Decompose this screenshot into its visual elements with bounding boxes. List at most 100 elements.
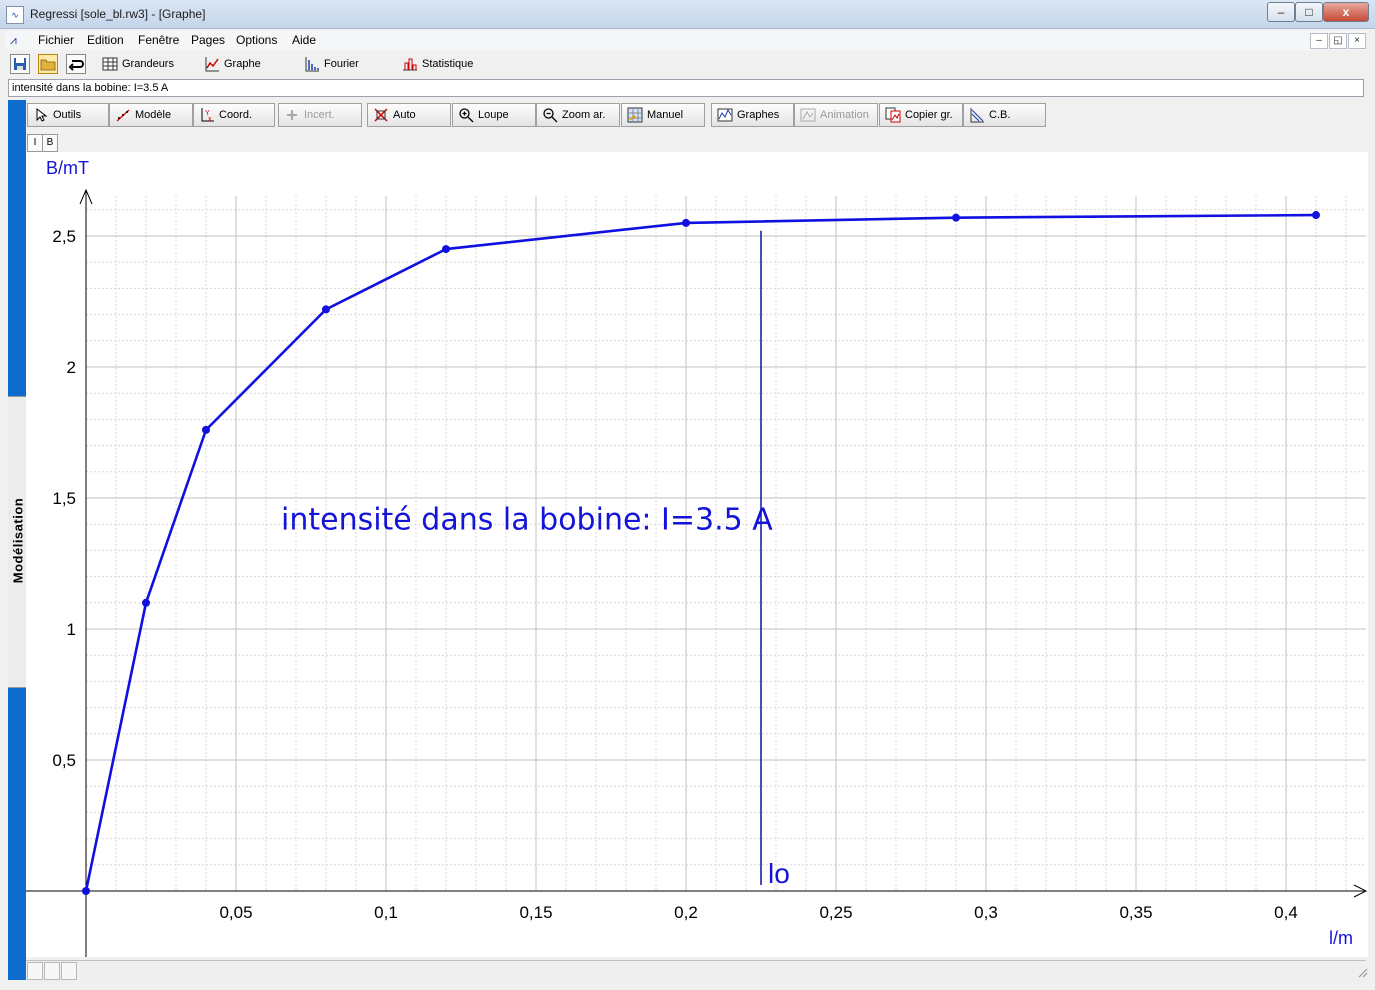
y-tick-label: 1 (67, 620, 76, 639)
manuel-label: Manuel (647, 109, 684, 121)
y-tick-label: 2 (67, 358, 76, 377)
fourier-label: Fourier (324, 58, 359, 70)
copy-graph-icon (885, 107, 901, 123)
graphe-label: Graphe (224, 58, 261, 70)
plot-background (26, 152, 1368, 957)
grandeurs-button[interactable]: Grandeurs (102, 53, 174, 75)
x-tick-label: 0,15 (519, 903, 552, 922)
graph-icon (205, 57, 219, 72)
document-icon[interactable]: ⩘ (10, 32, 32, 48)
menu-fenetre[interactable]: Fenêtre (138, 33, 179, 47)
scroll-right-button[interactable] (61, 962, 77, 980)
coord-button[interactable]: Yx Coord. (193, 103, 275, 127)
statistique-button[interactable]: Statistique (402, 53, 473, 75)
animation-button[interactable]: Animation (794, 103, 878, 127)
x-axis-label: l/m (1329, 928, 1353, 948)
animation-label: Animation (820, 109, 869, 121)
menu-pages[interactable]: Pages (191, 33, 225, 47)
graph-plot-area[interactable]: 0,05 0,1 0,15 0,2 0,25 0,3 0,35 0,4 0,5 1 1,5 2 2,5 l… (26, 152, 1368, 957)
zoom-out-icon (543, 108, 558, 123)
maximize-button[interactable]: □ (1295, 2, 1323, 22)
data-point (202, 425, 210, 434)
fourier-button[interactable]: Fourier (304, 53, 359, 75)
window-title: Regressi [sole_bl.rw3] - [Graphe] (30, 7, 206, 21)
open-folder-icon[interactable] (38, 54, 58, 74)
x-tick-label: 0,05 (219, 903, 252, 922)
modele-button[interactable]: Modèle (109, 103, 193, 127)
lo-marker-label: lo (768, 858, 790, 889)
main-toolbar: Grandeurs Graphe Fourier Statistique (6, 51, 1366, 77)
y-axis-label: B/mT (46, 158, 89, 178)
data-point (142, 598, 150, 607)
modelisation-tab-label: Modélisation (10, 497, 26, 584)
auto-button[interactable]: Auto (367, 103, 451, 127)
outils-label: Outils (53, 109, 82, 121)
animation-icon (800, 108, 816, 122)
y-tick-label: 2,5 (52, 227, 76, 246)
horizontal-scrollbar[interactable] (26, 960, 1366, 981)
page-button-b[interactable]: B (42, 134, 58, 152)
data-point (322, 305, 330, 314)
statistique-label: Statistique (422, 58, 474, 70)
menu-edition[interactable]: Edition (87, 33, 124, 47)
x-tick-label: 0,1 (374, 903, 398, 922)
loupe-label: Loupe (478, 109, 509, 121)
scroll-page-button[interactable] (44, 962, 60, 980)
copier-graphe-label: Copier gr. (905, 109, 953, 121)
cb-chart-icon (970, 108, 984, 123)
table-icon (102, 57, 118, 71)
menu-options[interactable]: Options (236, 33, 277, 47)
loupe-button[interactable]: Loupe (452, 103, 536, 127)
data-point (952, 213, 960, 222)
title-bar: ∿ Regressi [sole_bl.rw3] - [Graphe] – □ … (0, 0, 1375, 29)
mdi-minimize-button[interactable]: – (1310, 33, 1328, 49)
data-point (682, 218, 690, 227)
y-tick-label: 0,5 (52, 751, 76, 770)
outils-button[interactable]: Outils (27, 103, 109, 127)
save-icon[interactable] (10, 54, 30, 74)
info-bar[interactable]: intensité dans la bobine: I=3.5 A (8, 79, 1364, 97)
modele-label: Modèle (135, 109, 172, 121)
close-button[interactable]: x (1323, 2, 1369, 22)
cb-button[interactable]: C.B. (963, 103, 1046, 127)
x-tick-label: 0,25 (819, 903, 852, 922)
mdi-close-button[interactable]: × (1348, 33, 1366, 49)
data-point (442, 245, 450, 254)
histogram-icon (403, 58, 417, 71)
graphes-button[interactable]: Graphes (711, 103, 794, 127)
resize-grip-icon[interactable] (1356, 966, 1368, 978)
menu-bar: ⩘ Fichier Edition Fenêtre Pages Options … (6, 30, 1366, 50)
scroll-left-button[interactable] (27, 962, 43, 980)
spectrum-icon (305, 57, 319, 72)
zoom-in-icon (459, 108, 474, 123)
manual-scale-icon (627, 107, 643, 123)
annotation-text: intensité dans la bobine: I=3.5 A (281, 502, 773, 537)
regressi-app-icon[interactable]: ∿ (6, 6, 24, 24)
page-button-i[interactable]: I (27, 134, 43, 152)
return-arrow-icon[interactable] (66, 54, 86, 74)
mdi-restore-button[interactable]: ◱ (1329, 33, 1347, 49)
svg-text:x: x (208, 116, 212, 123)
graphs-icon (717, 108, 733, 122)
cb-label: C.B. (989, 109, 1011, 121)
zoom-arriere-label: Zoom ar. (562, 109, 606, 121)
x-tick-label: 0,35 (1119, 903, 1152, 922)
auto-label: Auto (393, 109, 416, 121)
manuel-button[interactable]: Manuel (621, 103, 705, 127)
graphes-label: Graphes (737, 109, 780, 121)
incert-button[interactable]: Incert. (278, 103, 362, 127)
menu-aide[interactable]: Aide (292, 33, 316, 47)
data-point (82, 887, 90, 895)
menu-fichier[interactable]: Fichier (38, 33, 74, 47)
minimize-button[interactable]: – (1267, 2, 1295, 22)
coordinates-icon: Yx (201, 108, 214, 123)
incert-label: Incert. (304, 109, 335, 121)
auto-scale-icon (374, 108, 388, 122)
y-tick-label: 1,5 (52, 489, 76, 508)
x-tick-label: 0,4 (1274, 903, 1298, 922)
zoom-arriere-button[interactable]: Zoom ar. (536, 103, 620, 127)
model-line-icon (116, 109, 130, 122)
graphe-button[interactable]: Graphe (204, 53, 261, 75)
copier-graphe-button[interactable]: Copier gr. (879, 103, 963, 127)
data-point (1312, 211, 1320, 220)
